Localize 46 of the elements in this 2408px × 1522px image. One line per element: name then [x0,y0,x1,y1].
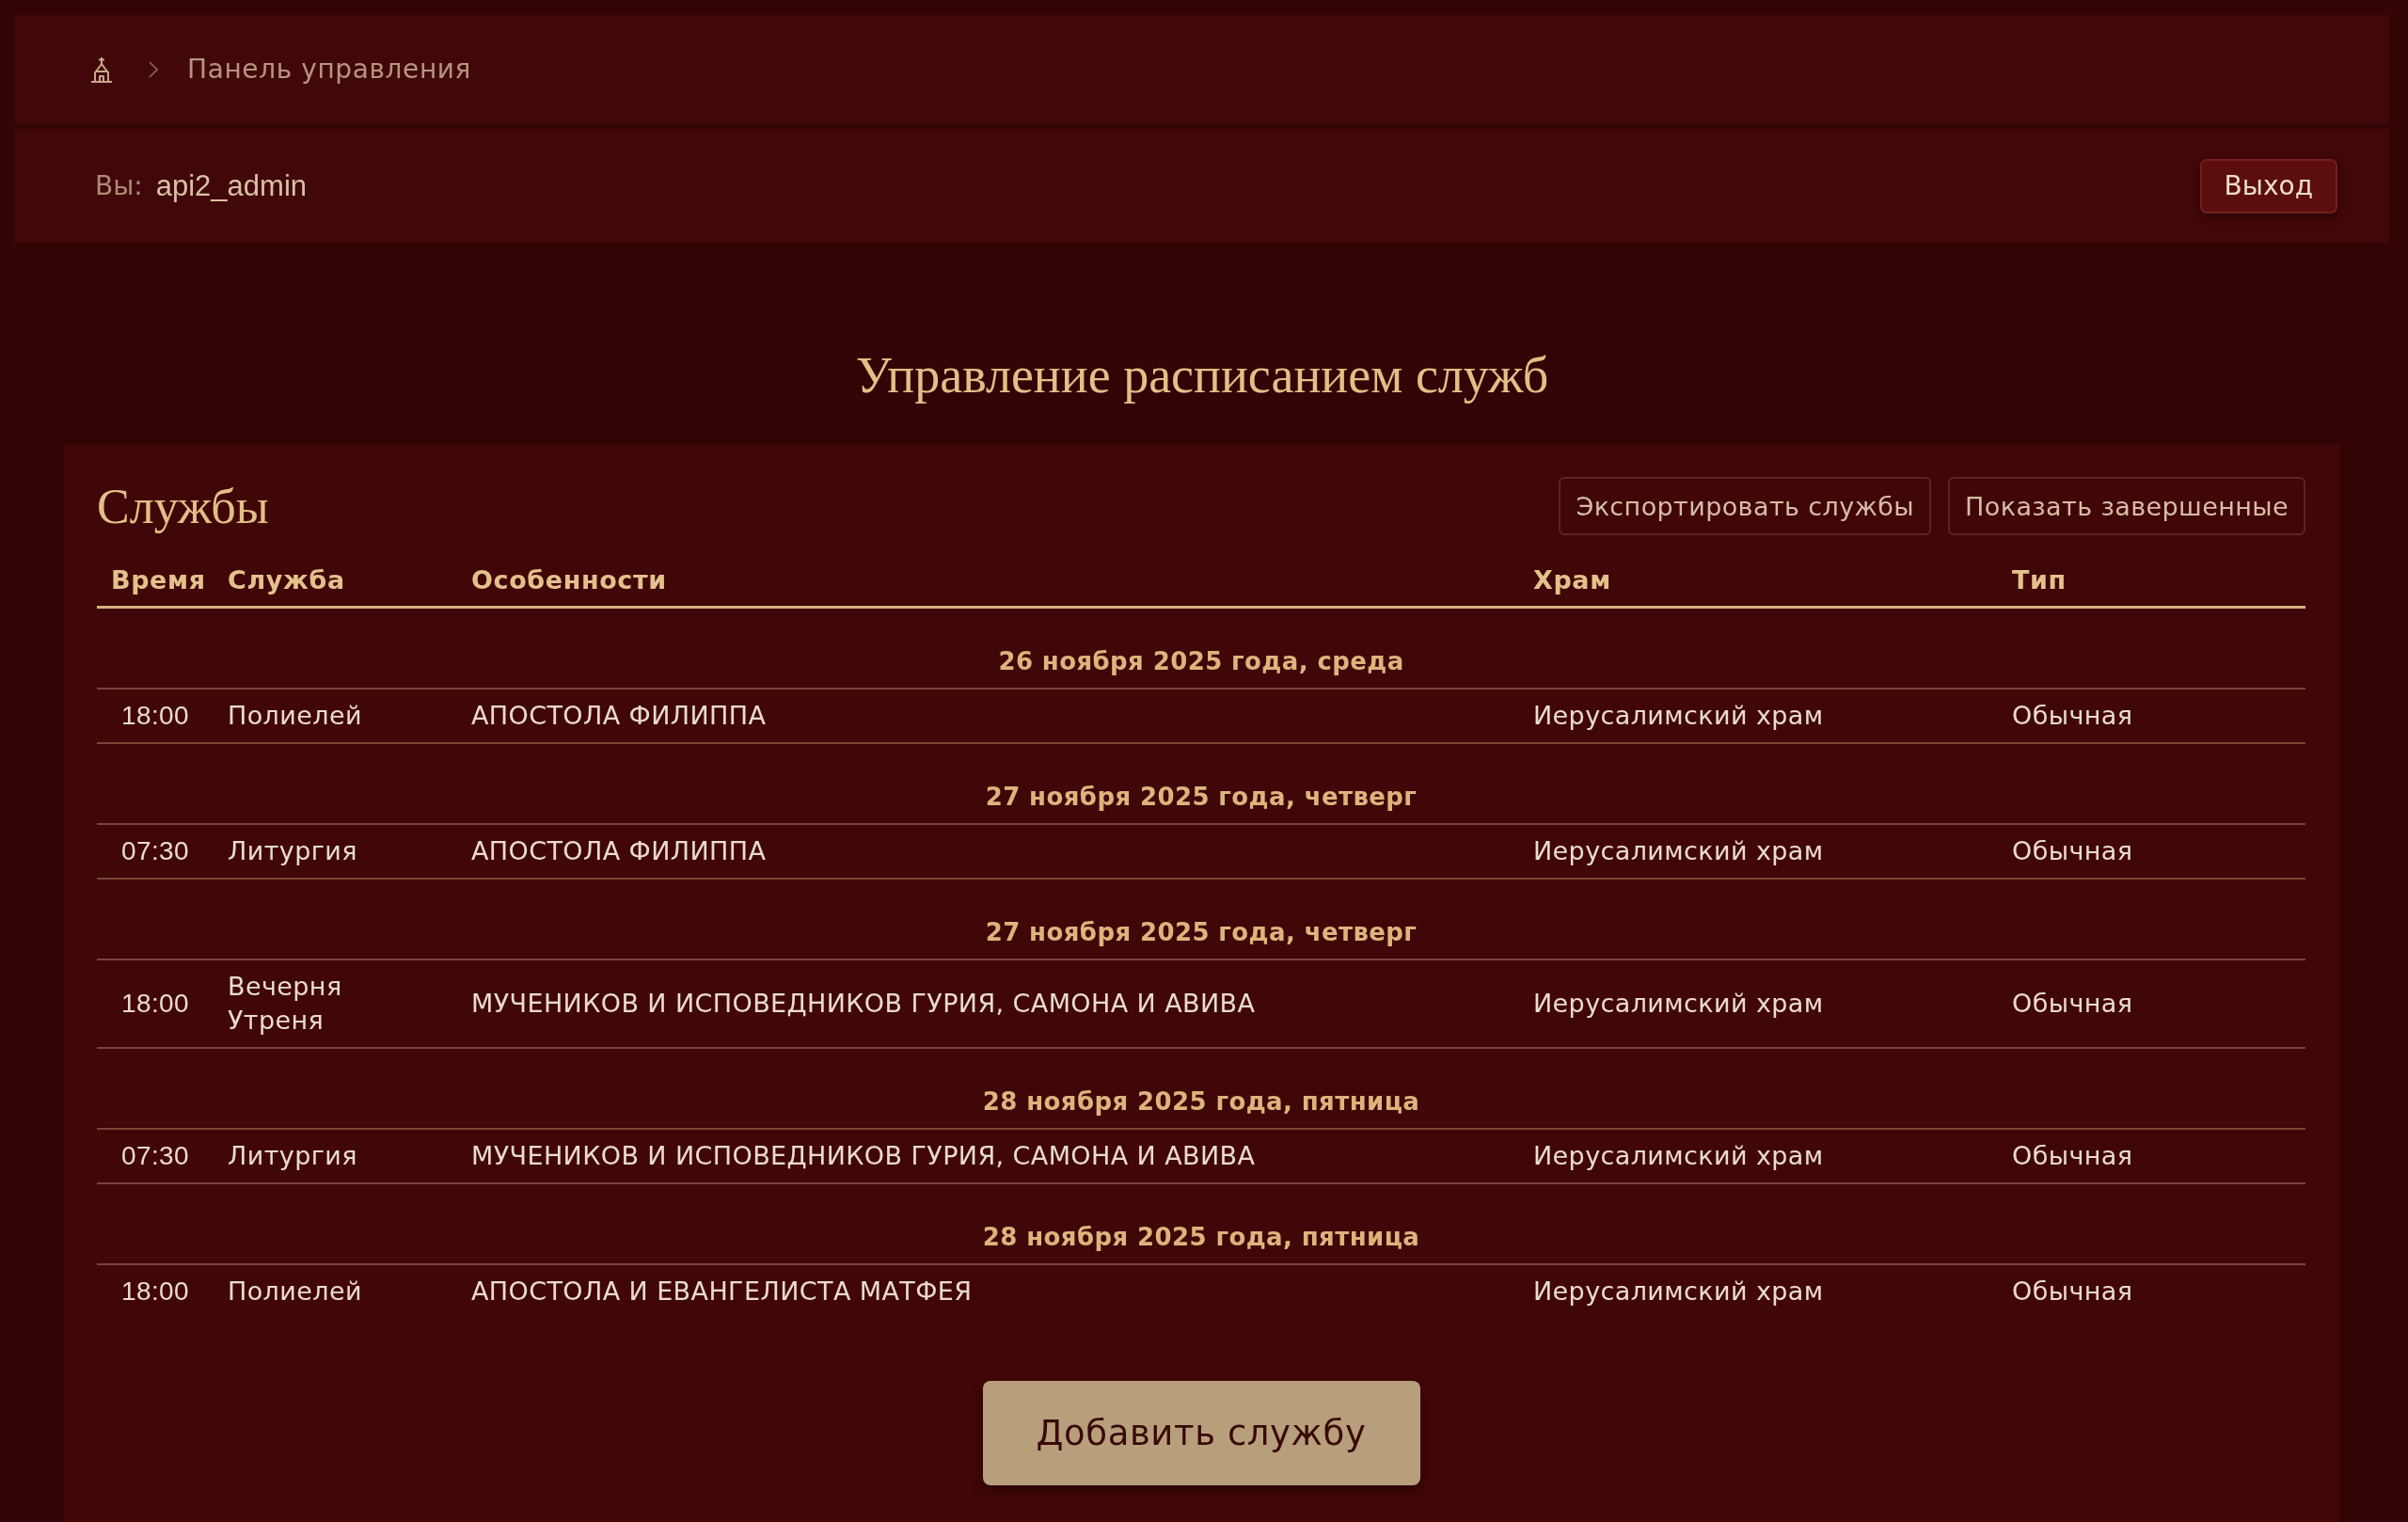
table-cell: МУЧЕНИКОВ И ИСПОВЕДНИКОВ ГУРИЯ, САМОНА И АВИВА [457,959,1519,1048]
export-button[interactable]: Экспортировать службы [1559,477,1932,535]
date-header: 27 ноября 2025 года, четверг [97,878,2305,959]
add-service-button[interactable]: Добавить службу [982,1380,1420,1485]
date-header: 28 ноября 2025 года, пятница [97,1182,2305,1264]
table-cell: Обычная [1998,688,2305,743]
username: api2_admin [155,168,308,203]
table-cell: Полиелей [214,688,457,743]
table-cell: 07:30 [97,1128,214,1183]
date-header: 26 ноября 2025 года, среда [97,607,2305,689]
column-header: Время [97,563,214,607]
table-cell: МУЧЕНИКОВ И ИСПОВЕДНИКОВ ГУРИЯ, САМОНА И АВИВА [457,1128,1519,1183]
table-cell: АПОСТОЛА ФИЛИППА [457,823,1519,879]
table-cell: 18:00 [97,959,214,1048]
column-header: Тип [1998,563,2305,607]
table-cell: Иерусалимский храм [1519,823,1998,879]
table-cell: Иерусалимский храм [1519,1128,1998,1183]
table-cell: АПОСТОЛА ФИЛИППА [457,688,1519,743]
table-cell: Обычная [1998,1128,2305,1183]
table-cell: Вечерня Утреня [214,959,457,1048]
table-cell: 18:00 [97,1263,214,1318]
table-cell: Иерусалимский храм [1519,688,1998,743]
breadcrumb-text: Панель управления [187,54,472,85]
table-cell: Литургия [214,1128,457,1183]
table-cell: Иерусалимский храм [1519,1263,1998,1318]
column-header: Особенности [457,563,1519,607]
table-cell: Обычная [1998,1263,2305,1318]
date-header: 27 ноября 2025 года, четверг [97,742,2305,824]
table-cell: Обычная [1998,959,2305,1048]
chevron-icon [149,60,158,78]
page-title: Управление расписанием служб [854,346,1550,405]
logout-button[interactable]: Выход [2199,158,2337,214]
table-cell: 18:00 [97,688,214,743]
card-title: Службы [97,478,269,534]
user-label: Вы: [95,170,143,201]
table-cell: Обычная [1998,823,2305,879]
show-completed-button[interactable]: Показать завершенные [1948,477,2305,535]
table-cell: 07:30 [97,823,214,879]
table-cell: Полиелей [214,1263,457,1318]
column-header: Храм [1519,563,1998,607]
column-header: Служба [214,563,457,607]
date-header: 28 ноября 2025 года, пятница [97,1047,2305,1129]
table-cell: Литургия [214,823,457,879]
table-cell: Иерусалимский храм [1519,959,1998,1048]
table-cell: АПОСТОЛА И ЕВАНГЕЛИСТА МАТФЕЯ [457,1263,1519,1318]
church-icon[interactable] [90,55,113,83]
